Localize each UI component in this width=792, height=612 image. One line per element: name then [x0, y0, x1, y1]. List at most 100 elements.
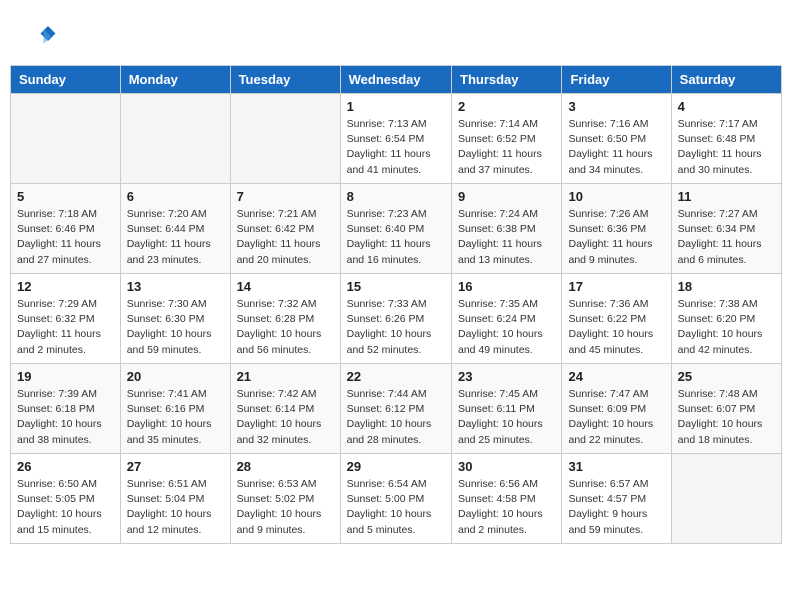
day-number: 12 [17, 279, 114, 294]
day-info: Sunrise: 7:21 AM Sunset: 6:42 PM Dayligh… [237, 207, 334, 268]
calendar-header-row: SundayMondayTuesdayWednesdayThursdayFrid… [11, 66, 782, 94]
calendar-cell: 10 Sunrise: 7:26 AM Sunset: 6:36 PM Dayli… [562, 184, 671, 274]
day-info: Sunrise: 7:18 AM Sunset: 6:46 PM Dayligh… [17, 207, 114, 268]
calendar-cell: 22 Sunrise: 7:44 AM Sunset: 6:12 PM Dayli… [340, 364, 451, 454]
day-info: Sunrise: 6:57 AM Sunset: 4:57 PM Dayligh… [568, 477, 664, 538]
day-number: 16 [458, 279, 555, 294]
calendar-table: SundayMondayTuesdayWednesdayThursdayFrid… [10, 65, 782, 544]
day-number: 21 [237, 369, 334, 384]
day-number: 3 [568, 99, 664, 114]
day-info: Sunrise: 7:42 AM Sunset: 6:14 PM Dayligh… [237, 387, 334, 448]
calendar-week-row: 1 Sunrise: 7:13 AM Sunset: 6:54 PM Daylig… [11, 94, 782, 184]
calendar-cell: 5 Sunrise: 7:18 AM Sunset: 6:46 PM Daylig… [11, 184, 121, 274]
day-info: Sunrise: 7:27 AM Sunset: 6:34 PM Dayligh… [678, 207, 775, 268]
calendar-cell: 23 Sunrise: 7:45 AM Sunset: 6:11 PM Dayli… [452, 364, 562, 454]
calendar-cell: 1 Sunrise: 7:13 AM Sunset: 6:54 PM Daylig… [340, 94, 451, 184]
day-info: Sunrise: 7:29 AM Sunset: 6:32 PM Dayligh… [17, 297, 114, 358]
day-number: 19 [17, 369, 114, 384]
day-number: 24 [568, 369, 664, 384]
day-number: 2 [458, 99, 555, 114]
day-info: Sunrise: 7:13 AM Sunset: 6:54 PM Dayligh… [347, 117, 445, 178]
calendar-cell: 3 Sunrise: 7:16 AM Sunset: 6:50 PM Daylig… [562, 94, 671, 184]
calendar-cell: 16 Sunrise: 7:35 AM Sunset: 6:24 PM Dayli… [452, 274, 562, 364]
day-number: 27 [127, 459, 224, 474]
weekday-header: Wednesday [340, 66, 451, 94]
day-number: 5 [17, 189, 114, 204]
day-info: Sunrise: 7:20 AM Sunset: 6:44 PM Dayligh… [127, 207, 224, 268]
day-info: Sunrise: 7:36 AM Sunset: 6:22 PM Dayligh… [568, 297, 664, 358]
day-info: Sunrise: 7:23 AM Sunset: 6:40 PM Dayligh… [347, 207, 445, 268]
day-number: 10 [568, 189, 664, 204]
calendar-cell: 8 Sunrise: 7:23 AM Sunset: 6:40 PM Daylig… [340, 184, 451, 274]
day-number: 14 [237, 279, 334, 294]
day-info: Sunrise: 7:17 AM Sunset: 6:48 PM Dayligh… [678, 117, 775, 178]
day-info: Sunrise: 7:47 AM Sunset: 6:09 PM Dayligh… [568, 387, 664, 448]
calendar-cell: 20 Sunrise: 7:41 AM Sunset: 6:16 PM Dayli… [120, 364, 230, 454]
day-number: 31 [568, 459, 664, 474]
day-info: Sunrise: 6:51 AM Sunset: 5:04 PM Dayligh… [127, 477, 224, 538]
day-number: 13 [127, 279, 224, 294]
day-number: 4 [678, 99, 775, 114]
calendar-cell: 26 Sunrise: 6:50 AM Sunset: 5:05 PM Dayli… [11, 454, 121, 544]
day-info: Sunrise: 7:33 AM Sunset: 6:26 PM Dayligh… [347, 297, 445, 358]
weekday-header: Monday [120, 66, 230, 94]
weekday-header: Thursday [452, 66, 562, 94]
day-info: Sunrise: 7:35 AM Sunset: 6:24 PM Dayligh… [458, 297, 555, 358]
calendar-cell: 28Sunrise: 6:53 AM Sunset: 5:02 PM Dayli… [230, 454, 340, 544]
calendar-cell: 29 Sunrise: 6:54 AM Sunset: 5:00 PM Dayli… [340, 454, 451, 544]
calendar-cell: 14 Sunrise: 7:32 AM Sunset: 6:28 PM Dayli… [230, 274, 340, 364]
calendar-cell: 6 Sunrise: 7:20 AM Sunset: 6:44 PM Daylig… [120, 184, 230, 274]
day-info: Sunrise: 6:54 AM Sunset: 5:00 PM Dayligh… [347, 477, 445, 538]
day-number: 25 [678, 369, 775, 384]
calendar-cell: 25 Sunrise: 7:48 AM Sunset: 6:07 PM Dayli… [671, 364, 781, 454]
day-number: 20 [127, 369, 224, 384]
day-number: 9 [458, 189, 555, 204]
day-info: Sunrise: 6:56 AM Sunset: 4:58 PM Dayligh… [458, 477, 555, 538]
day-number: 18 [678, 279, 775, 294]
weekday-header: Sunday [11, 66, 121, 94]
day-number: 6 [127, 189, 224, 204]
day-info: Sunrise: 7:48 AM Sunset: 6:07 PM Dayligh… [678, 387, 775, 448]
calendar-cell: 15 Sunrise: 7:33 AM Sunset: 6:26 PM Dayli… [340, 274, 451, 364]
day-number: 30 [458, 459, 555, 474]
day-info: Sunrise: 7:32 AM Sunset: 6:28 PM Dayligh… [237, 297, 334, 358]
calendar-cell: 27 Sunrise: 6:51 AM Sunset: 5:04 PM Dayli… [120, 454, 230, 544]
page-header [10, 10, 782, 60]
calendar-cell [671, 454, 781, 544]
day-number: 28 [237, 459, 334, 474]
day-number: 1 [347, 99, 445, 114]
day-info: Sunrise: 7:45 AM Sunset: 6:11 PM Dayligh… [458, 387, 555, 448]
calendar-cell: 30 Sunrise: 6:56 AM Sunset: 4:58 PM Dayli… [452, 454, 562, 544]
day-info: Sunrise: 7:44 AM Sunset: 6:12 PM Dayligh… [347, 387, 445, 448]
calendar-week-row: 19 Sunrise: 7:39 AM Sunset: 6:18 PM Dayli… [11, 364, 782, 454]
day-number: 11 [678, 189, 775, 204]
weekday-header: Tuesday [230, 66, 340, 94]
calendar-week-row: 12 Sunrise: 7:29 AM Sunset: 6:32 PM Dayli… [11, 274, 782, 364]
day-info: Sunrise: 7:16 AM Sunset: 6:50 PM Dayligh… [568, 117, 664, 178]
day-info: Sunrise: 7:41 AM Sunset: 6:16 PM Dayligh… [127, 387, 224, 448]
calendar-cell: 21 Sunrise: 7:42 AM Sunset: 6:14 PM Dayli… [230, 364, 340, 454]
day-number: 15 [347, 279, 445, 294]
day-number: 26 [17, 459, 114, 474]
calendar-cell [120, 94, 230, 184]
calendar-cell: 19 Sunrise: 7:39 AM Sunset: 6:18 PM Dayli… [11, 364, 121, 454]
day-info: Sunrise: 7:39 AM Sunset: 6:18 PM Dayligh… [17, 387, 114, 448]
calendar-cell: 2Sunrise: 7:14 AM Sunset: 6:52 PM Daylig… [452, 94, 562, 184]
day-info: Sunrise: 6:50 AM Sunset: 5:05 PM Dayligh… [17, 477, 114, 538]
day-number: 29 [347, 459, 445, 474]
calendar-cell: 17Sunrise: 7:36 AM Sunset: 6:22 PM Dayli… [562, 274, 671, 364]
calendar-body: 1 Sunrise: 7:13 AM Sunset: 6:54 PM Daylig… [11, 94, 782, 544]
logo-icon [27, 20, 57, 50]
calendar-cell: 11 Sunrise: 7:27 AM Sunset: 6:34 PM Dayli… [671, 184, 781, 274]
day-info: Sunrise: 7:26 AM Sunset: 6:36 PM Dayligh… [568, 207, 664, 268]
day-number: 8 [347, 189, 445, 204]
weekday-header: Friday [562, 66, 671, 94]
calendar-cell: 7Sunrise: 7:21 AM Sunset: 6:42 PM Daylig… [230, 184, 340, 274]
day-info: Sunrise: 7:30 AM Sunset: 6:30 PM Dayligh… [127, 297, 224, 358]
calendar-cell: 18 Sunrise: 7:38 AM Sunset: 6:20 PM Dayli… [671, 274, 781, 364]
day-info: Sunrise: 7:38 AM Sunset: 6:20 PM Dayligh… [678, 297, 775, 358]
calendar-cell: 24 Sunrise: 7:47 AM Sunset: 6:09 PM Dayli… [562, 364, 671, 454]
day-number: 23 [458, 369, 555, 384]
calendar-cell: 12 Sunrise: 7:29 AM Sunset: 6:32 PM Dayli… [11, 274, 121, 364]
day-number: 22 [347, 369, 445, 384]
